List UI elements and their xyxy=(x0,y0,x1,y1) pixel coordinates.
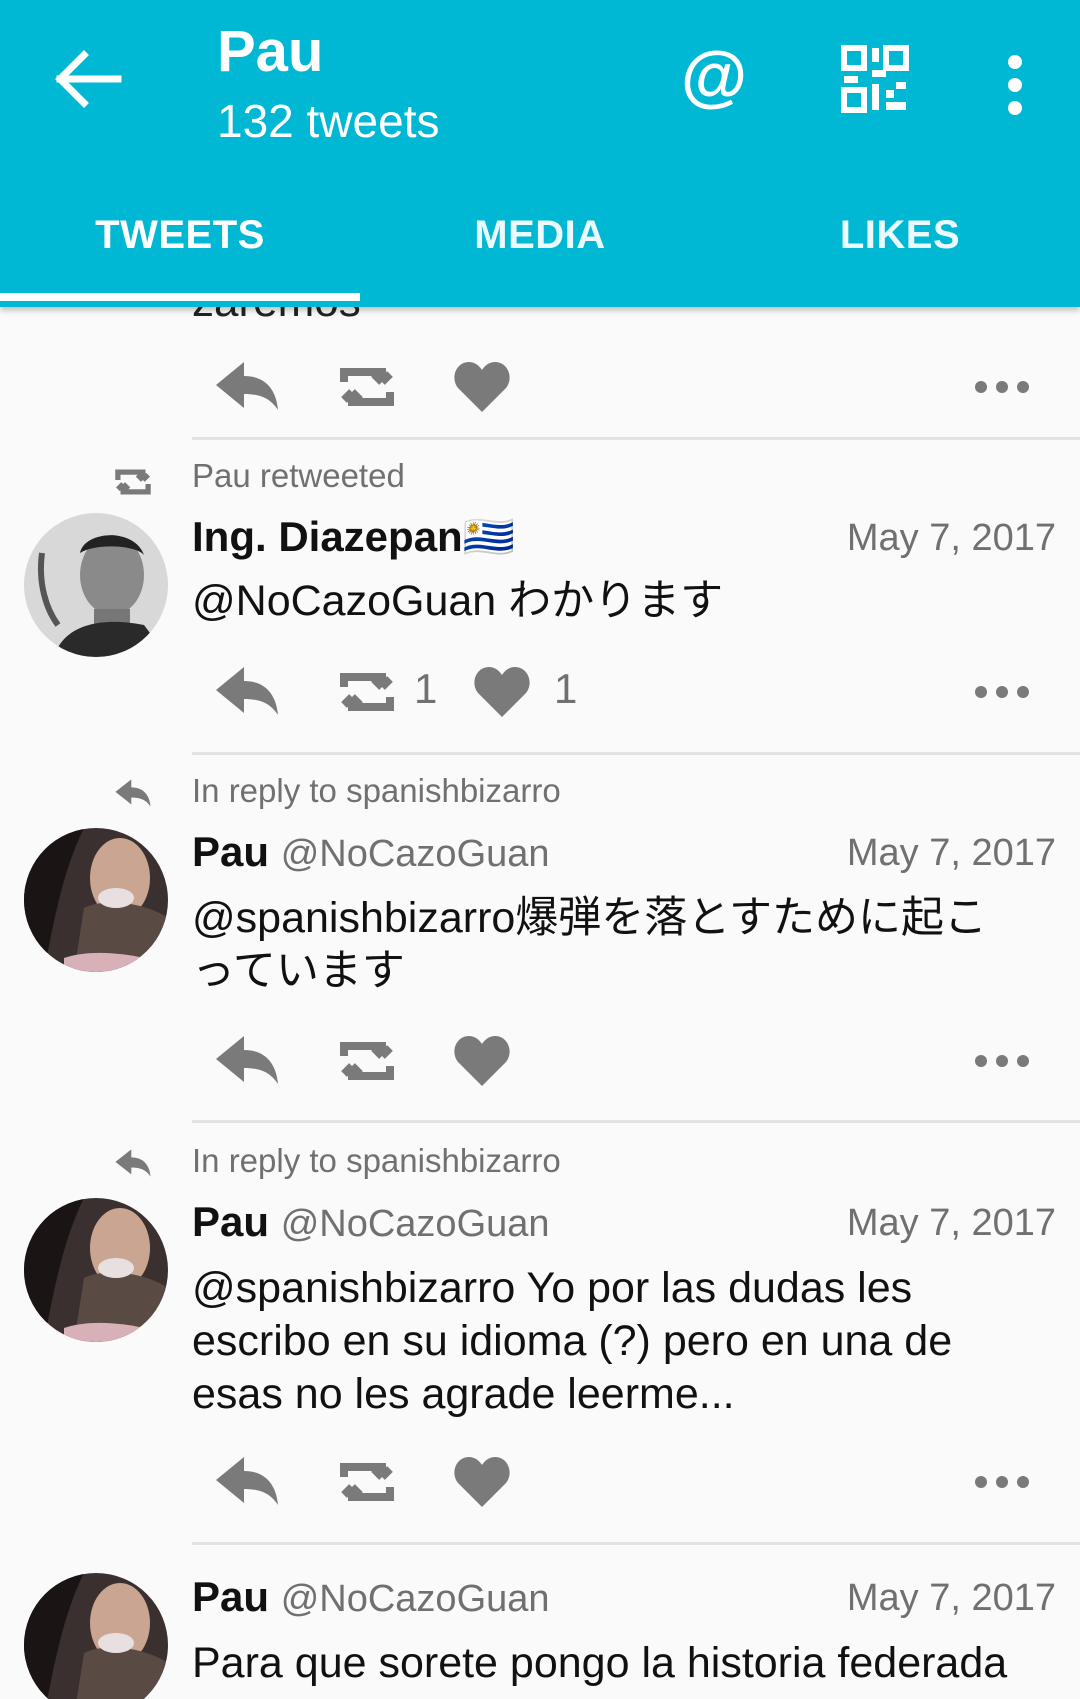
tweet-actions xyxy=(192,1447,1052,1517)
heart-icon xyxy=(474,667,530,717)
retweet-button[interactable] xyxy=(332,1026,402,1096)
tweet-count: 132 tweets xyxy=(217,95,440,147)
avatar[interactable] xyxy=(24,828,168,972)
back-arrow-icon xyxy=(55,50,122,108)
author-handle: @NoCazoGuan xyxy=(280,1203,550,1245)
retweet-count: 1 xyxy=(414,665,438,712)
avatar[interactable] xyxy=(24,513,168,657)
tweet-date: May 7, 2017 xyxy=(846,517,1056,559)
reply-button[interactable] xyxy=(212,1026,282,1096)
like-button[interactable] xyxy=(452,352,512,422)
partial-tweet-text: zaremos xyxy=(192,307,361,327)
tweet-more-button[interactable] xyxy=(972,677,1032,707)
at-icon: @ xyxy=(680,38,748,114)
reply-icon xyxy=(216,1036,278,1084)
like-button[interactable] xyxy=(452,1447,512,1517)
active-tab-indicator xyxy=(0,293,360,301)
reply-icon xyxy=(216,1457,278,1505)
retweet-button[interactable] xyxy=(332,1447,402,1517)
app-bar: Pau 132 tweets @ TWEETS MEDIA LIKES xyxy=(0,0,1080,307)
reply-icon xyxy=(216,667,278,715)
tweet-actions: 1 1 xyxy=(192,657,1052,727)
author-handle: @NoCazoGuan xyxy=(280,833,550,875)
profile-name-title: Pau xyxy=(217,19,324,84)
retweet-icon xyxy=(340,1042,394,1080)
avatar[interactable] xyxy=(24,1198,168,1342)
tweet-text: @spanishbizarro爆弾を落とすために起こっています xyxy=(192,894,988,995)
divider xyxy=(192,1542,1080,1545)
retweet-button[interactable] xyxy=(332,657,402,727)
tweet-text: @spanishbizarro Yo por las dudas les esc… xyxy=(192,1264,953,1418)
reply-context: In reply to spanishbizarro xyxy=(192,1142,561,1179)
tweet-feed[interactable]: zaremos Pau retweeted xyxy=(0,307,1080,1699)
heart-icon xyxy=(454,362,510,412)
tab-likes[interactable]: LIKES xyxy=(720,200,1080,300)
profile-tabs: TWEETS MEDIA LIKES xyxy=(0,200,1080,300)
tweet-date: May 7, 2017 xyxy=(846,1577,1056,1619)
author-name: Ing. Diazepan🇺🇾 xyxy=(192,513,515,560)
author-name: Pau @NoCazoGuan xyxy=(192,1198,550,1246)
tweet-actions xyxy=(192,1026,1052,1096)
tweet-more-button[interactable] xyxy=(972,372,1032,402)
tweet-actions xyxy=(192,352,1052,422)
more-vert-icon xyxy=(1008,55,1022,115)
retweet-icon xyxy=(340,1463,394,1501)
reply-icon xyxy=(216,362,278,410)
heart-icon xyxy=(454,1457,510,1507)
divider xyxy=(192,437,1080,440)
tweet-text: Para que sorete pongo la historia federa… xyxy=(192,1639,1008,1687)
retweet-button[interactable] xyxy=(332,352,402,422)
more-options-button[interactable] xyxy=(990,50,1040,120)
author-name: Pau @NoCazoGuan xyxy=(192,1573,550,1621)
more-horiz-icon xyxy=(975,686,1029,698)
back-button[interactable] xyxy=(48,44,128,114)
qr-code-icon xyxy=(841,45,909,113)
like-count: 1 xyxy=(554,665,578,712)
tweet-date: May 7, 2017 xyxy=(846,1202,1056,1244)
reply-context: In reply to spanishbizarro xyxy=(192,772,561,809)
author-handle: @NoCazoGuan xyxy=(280,1578,550,1620)
reply-button[interactable] xyxy=(212,352,282,422)
more-horiz-icon xyxy=(975,1055,1029,1067)
heart-icon xyxy=(454,1036,510,1086)
tab-tweets[interactable]: TWEETS xyxy=(0,200,360,300)
like-button[interactable] xyxy=(472,657,532,727)
reply-icon xyxy=(115,1149,151,1177)
like-button[interactable] xyxy=(452,1026,512,1096)
author-display-name: Pau xyxy=(192,1573,270,1620)
tweet-more-button[interactable] xyxy=(972,1467,1032,1497)
mention-button[interactable]: @ xyxy=(674,36,754,116)
divider xyxy=(192,752,1080,755)
author-display-name: Pau xyxy=(192,1198,270,1245)
reply-button[interactable] xyxy=(212,657,282,727)
retweet-context: Pau retweeted xyxy=(192,457,405,494)
reply-icon xyxy=(115,779,151,807)
tab-media[interactable]: MEDIA xyxy=(360,200,720,300)
retweet-icon xyxy=(340,368,394,406)
divider xyxy=(192,1120,1080,1123)
more-horiz-icon xyxy=(975,1476,1029,1488)
tweet-date: May 7, 2017 xyxy=(846,832,1056,874)
author-name: Pau @NoCazoGuan xyxy=(192,828,550,876)
author-display-name: Pau xyxy=(192,828,270,875)
more-horiz-icon xyxy=(975,381,1029,393)
retweet-icon xyxy=(115,469,151,495)
tweet-text: @NoCazoGuan わかります xyxy=(192,577,724,625)
tweet-more-button[interactable] xyxy=(972,1046,1032,1076)
qr-code-button[interactable] xyxy=(840,44,910,114)
reply-button[interactable] xyxy=(212,1447,282,1517)
avatar[interactable] xyxy=(24,1573,168,1699)
retweet-icon xyxy=(340,673,394,711)
